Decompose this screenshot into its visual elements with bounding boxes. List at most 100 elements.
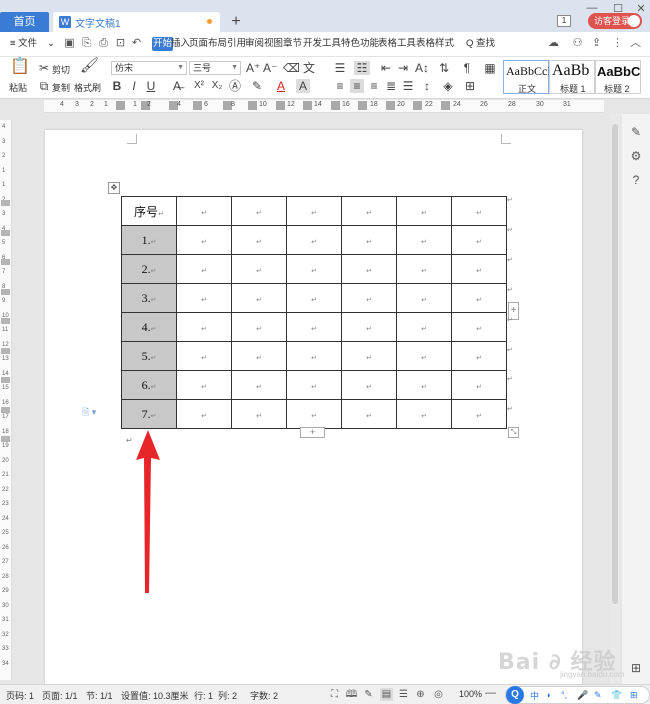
style-heading-1[interactable]: AaBb 标题 1 [549, 60, 595, 94]
numbered-list-icon[interactable]: ☷ [354, 61, 370, 75]
format-painter-icon[interactable]: 🖌 [80, 58, 99, 73]
zoom-level[interactable]: 100% [459, 689, 482, 699]
preview-icon[interactable]: ⊡ [115, 38, 126, 49]
write-mode-icon[interactable]: ✎ [362, 688, 375, 701]
table-cell[interactable]: 4.↵ [121, 312, 177, 342]
table-cell[interactable]: ↵ [451, 283, 507, 313]
paste-label[interactable]: 粘贴 [9, 81, 27, 94]
vertical-scrollbar[interactable] [610, 114, 620, 684]
underline-button[interactable]: U [146, 79, 156, 93]
table-cell[interactable]: ↵ [286, 196, 342, 226]
ruler-column-marker[interactable] [193, 101, 202, 110]
superscript-icon[interactable]: X² [192, 79, 206, 93]
table-cell[interactable]: 1.↵ [121, 225, 177, 255]
grow-font-icon[interactable]: A⁺ [246, 61, 260, 75]
table-cell[interactable]: ↵ [176, 370, 232, 400]
status-row[interactable]: 行: 1 [194, 689, 213, 702]
line-spacing-icon[interactable]: ↕ [420, 79, 434, 93]
ruler-column-marker[interactable] [386, 101, 395, 110]
help-icon[interactable]: ? [630, 174, 642, 186]
table-cell[interactable]: ↵ [286, 370, 342, 400]
read-mode-icon[interactable]: 🕮 [345, 688, 358, 701]
phonetic-icon[interactable]: 文 [302, 61, 316, 75]
table-cell[interactable]: ↵ [286, 399, 342, 429]
ime-halfwidth-icon[interactable]: ◗ [546, 690, 551, 700]
ruler-row-marker[interactable] [1, 406, 10, 413]
text-direction-icon[interactable]: A↕ [415, 61, 429, 75]
table-cell[interactable]: ↵ [286, 283, 342, 313]
highlight-icon[interactable]: ✎ [250, 79, 264, 93]
table-cell[interactable]: ↵ [341, 225, 397, 255]
table-cell[interactable]: ↵ [341, 254, 397, 284]
paste-icon[interactable]: 📋 [10, 59, 30, 75]
format-painter-label[interactable]: 格式刷 [74, 81, 101, 94]
table-cell[interactable]: ↵ [396, 399, 452, 429]
table-cell[interactable]: ↵ [341, 399, 397, 429]
table-cell[interactable]: ↵ [396, 312, 452, 342]
horizontal-ruler[interactable]: 4 3 2 1 1 2 4 6 8 10 12 14 16 18 20 22 2… [44, 100, 604, 113]
status-setting-value[interactable]: 设置值: 10.3厘米 [121, 689, 189, 702]
ruler-column-marker[interactable] [331, 101, 340, 110]
shading-fill-icon[interactable]: ◈ [441, 79, 455, 93]
print-icon[interactable]: ⎙ [98, 38, 109, 49]
table-cell[interactable]: ↵ [341, 341, 397, 371]
table-cell[interactable]: ↵ [341, 196, 397, 226]
table-cell[interactable]: 序号↵ [121, 196, 177, 226]
ime-toolbar[interactable]: Q 中 ◗ °, 🎤 ✎ 👕 ⊞ [505, 686, 650, 704]
cut-label[interactable]: 剪切 [52, 63, 70, 76]
ruler-indent-marker[interactable] [116, 101, 125, 110]
menu-tab-references[interactable]: 引用 [227, 37, 246, 51]
table-cell[interactable]: ↵ [396, 370, 452, 400]
table-cell[interactable]: ↵ [451, 341, 507, 371]
ime-voice-icon[interactable]: 🎤 [577, 690, 588, 701]
show-marks-icon[interactable]: ¶ [460, 61, 474, 75]
eye-protect-icon[interactable]: ◎ [432, 688, 445, 701]
menu-tab-view[interactable]: 视图 [264, 37, 283, 51]
outdent-icon[interactable]: ⇤ [379, 61, 393, 75]
menu-tab-dev-tools[interactable]: 开发工具 [303, 37, 341, 51]
search-button[interactable]: Q 查找 [466, 37, 495, 51]
add-row-button[interactable]: + [300, 427, 325, 438]
table-cell[interactable]: ↵ [451, 254, 507, 284]
ruler-row-marker[interactable] [1, 436, 10, 442]
table-cell[interactable]: ↵ [176, 341, 232, 371]
ruler-column-marker[interactable] [358, 101, 367, 110]
table-cell[interactable]: ↵ [341, 312, 397, 342]
table-cell[interactable]: ↵ [176, 283, 232, 313]
table-cell[interactable]: ↵ [176, 196, 232, 226]
table-cell[interactable]: ↵ [396, 341, 452, 371]
edit-pen-icon[interactable]: ✎ [630, 126, 642, 138]
more-icon[interactable]: ⋮ [612, 38, 623, 49]
table-cell[interactable]: 6.↵ [121, 370, 177, 400]
table-cell[interactable]: 7.↵ [121, 399, 177, 429]
tab-home[interactable]: 首页 [0, 12, 49, 32]
table-move-handle[interactable]: ✥ [108, 182, 120, 194]
distribute-icon[interactable]: ☰ [401, 79, 415, 93]
sort-icon[interactable]: ⇅ [437, 61, 451, 75]
menu-tab-insert[interactable]: 插入 [171, 37, 190, 51]
file-menu-chevron-icon[interactable]: ⌄ [47, 37, 55, 51]
menu-tab-layout[interactable]: 页面布局 [189, 37, 227, 51]
undo-icon[interactable]: ↶ [131, 38, 142, 49]
ruler-row-marker[interactable] [1, 259, 10, 265]
menu-tab-features[interactable]: 特色功能 [341, 37, 379, 51]
align-left-icon[interactable]: ≡ [333, 79, 347, 93]
table-cell[interactable]: ↵ [231, 341, 287, 371]
table-cell[interactable]: ↵ [176, 312, 232, 342]
table-cell[interactable]: ↵ [451, 312, 507, 342]
text-effect-icon[interactable]: Ⓐ [228, 79, 242, 93]
ime-skin-icon[interactable]: 👕 [611, 690, 622, 701]
status-pages[interactable]: 页面: 1/1 [42, 689, 78, 702]
table-cell[interactable]: ↵ [286, 341, 342, 371]
shrink-font-icon[interactable]: A⁻ [263, 61, 277, 75]
ime-menu-icon[interactable]: ⊞ [630, 690, 638, 701]
ruler-row-marker[interactable] [1, 318, 10, 324]
style-normal[interactable]: AaBbCcI 正文 [503, 60, 551, 94]
scrollbar-thumb[interactable] [612, 124, 618, 604]
menu-tab-table-tools[interactable]: 表格工具 [378, 37, 416, 51]
ime-punctuation-icon[interactable]: °, [561, 690, 567, 700]
ruler-column-marker[interactable] [303, 101, 312, 110]
clear-format-icon[interactable]: ⌫ [283, 61, 300, 75]
status-column[interactable]: 列: 2 [218, 689, 237, 702]
ruler-row-marker[interactable] [1, 229, 10, 236]
